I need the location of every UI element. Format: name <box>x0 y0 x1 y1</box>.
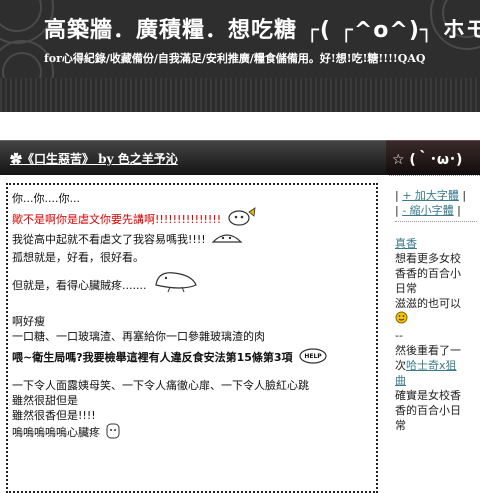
post-link[interactable]: 哈士奇x狙 <box>406 359 457 372</box>
post-header: ✿《口生惡苦》 by 色之羊予沁 <box>0 140 386 175</box>
post-line-text: 但就是，看得心臟賊疼....... <box>12 279 147 292</box>
post-line-text: 歟不是啊你是虐文你要先講啊!!!!!!!!!!!!!!! <box>12 213 222 226</box>
post-line: 雖然很香但是!!!! <box>12 409 96 422</box>
sidebar-text: 常 <box>395 419 406 432</box>
sidebar-divider <box>389 175 480 176</box>
sidebar: | + 加大字體 | | - 縮小字體 | 真香 想看更多女校 香香的百合小 日… <box>395 188 477 433</box>
sidebar-text: 香的百合小日 <box>395 404 461 417</box>
post-line: 雖然很甜但是 <box>12 394 78 407</box>
post-line: 啊好瘦 <box>12 315 45 328</box>
sidebar-text: 次 <box>395 359 406 372</box>
post-line: 但就是，看得心臟賊疼....... <box>12 265 376 299</box>
sidebar-text: 日常 <box>395 282 417 295</box>
font-size-controls: | + 加大字體 | <box>395 189 467 202</box>
sidebar-text: 確實是女校香 <box>395 389 461 402</box>
post-link[interactable]: 曲 <box>395 374 406 387</box>
post-body: 你...你....你... 歟不是啊你是虐文你要先講啊!!!!!!!!!!!!!… <box>6 183 378 493</box>
increase-font-link[interactable]: + 加大字體 <box>402 189 459 202</box>
small-sticker-icon <box>106 423 120 443</box>
help-sticker-icon: HELP <box>298 344 328 372</box>
sidebar-separator <box>395 221 477 222</box>
post-line: 喂~衛生局嗎?我要檢舉這裡有人違反食安法第15條第3項 HELP <box>12 344 376 366</box>
site-title[interactable]: 高築牆．廣積糧．想吃糖 ┌( ┌^o^)┐ ホモォ <box>44 12 480 44</box>
help-sticker-text: HELP <box>305 353 323 360</box>
post-line-text: 喂~衛生局嗎?我要檢舉這裡有人違反食安法第15條第3項 <box>12 351 293 364</box>
banner-stripe <box>0 78 480 112</box>
post-line: 孤想就是，好看，很好看。 <box>12 251 144 264</box>
sidebar-header: ☆ (｀･ω･) <box>386 140 480 175</box>
post-line: 嗚嗚嗚嗚嗚心臟疼 <box>12 423 376 439</box>
sidebar-text: 香香的百合小 <box>395 267 461 280</box>
peeking-sticker-icon <box>211 228 243 252</box>
post-title-link[interactable]: ✿《口生惡苦》 by 色之羊予沁 <box>10 150 178 167</box>
sidebar-text: 想看更多女校 <box>395 252 461 265</box>
sidebar-text: -- <box>395 329 403 342</box>
site-banner: 高築牆．廣積糧．想吃糖 ┌( ┌^o^)┐ ホモォ for心得紀錄/收藏備份/自… <box>0 0 480 112</box>
lying-creature-sticker-icon <box>152 265 200 307</box>
post-line: 歟不是啊你是虐文你要先講啊!!!!!!!!!!!!!!! <box>12 206 376 228</box>
site-subtitle: for心得紀錄/收藏備份/自我滿足/安利推廣/糧食儲備用。好!想!吃!糖!!!!… <box>44 52 426 65</box>
smiley-icon <box>395 311 408 327</box>
sidebar-text: 然後重看了一 <box>395 344 461 357</box>
post-line-text: 嗚嗚嗚嗚嗚心臟疼 <box>12 426 100 439</box>
post-line: 一口糖、一口玻璃渣、再塞給你一口參雜玻璃渣的肉 <box>12 330 265 343</box>
post-line: 我從高中起就不看虐文了我容易嗎我!!!! <box>12 228 376 250</box>
decrease-font-link[interactable]: - 縮小字體 <box>402 204 453 217</box>
post-line: 一下令人面露姨母笑、一下令人痛徹心扉、一下令人臉紅心跳 <box>12 379 309 392</box>
post-line: 你...你....你... <box>12 192 80 205</box>
sidebar-text: 滋滋的也可以 <box>395 297 461 310</box>
post-line-text: 我從高中起就不看虐文了我容易嗎我!!!! <box>12 233 206 246</box>
tag-link[interactable]: 真香 <box>395 237 417 250</box>
sidebar-title: ☆ (｀･ω･) <box>392 152 463 168</box>
